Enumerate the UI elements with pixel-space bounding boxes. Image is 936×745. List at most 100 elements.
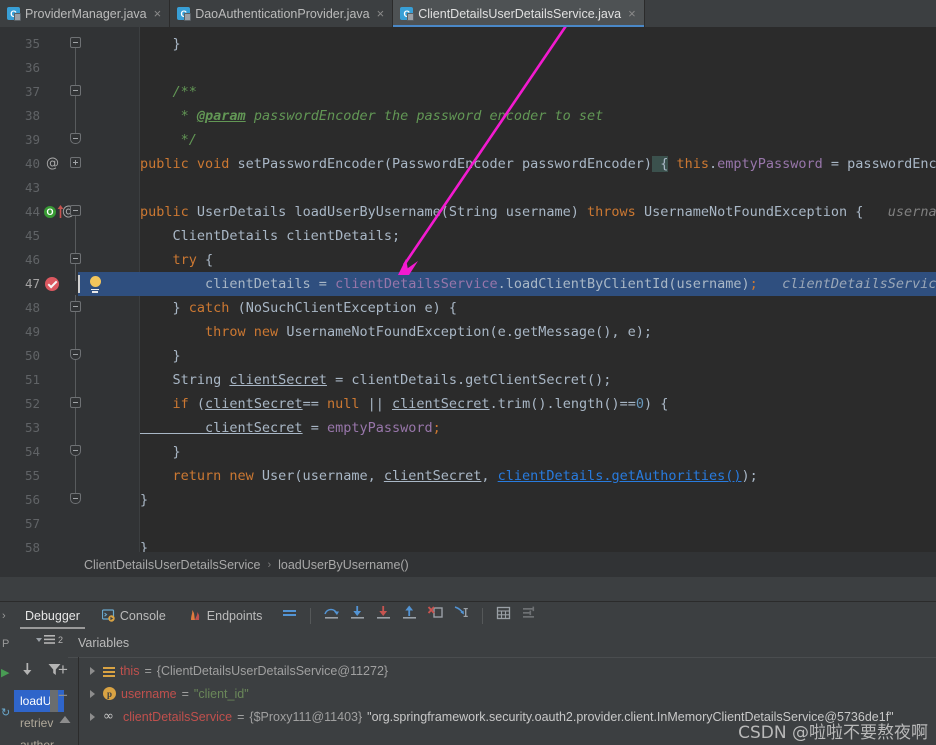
export-threads-icon[interactable] xyxy=(20,662,35,682)
variables-header: Variables xyxy=(78,636,130,650)
close-icon[interactable]: × xyxy=(628,7,636,20)
fold-expand-icon[interactable] xyxy=(70,157,83,170)
run-to-cursor-icon[interactable] xyxy=(453,605,470,626)
variable-name: clientDetailsService xyxy=(123,709,233,724)
editor-tab-label: ProviderManager.java xyxy=(25,6,147,21)
code-line-55: 55 return new User(username, clientSecre… xyxy=(0,464,936,488)
java-class-icon: C xyxy=(400,7,415,21)
move-up-icon[interactable] xyxy=(58,713,72,731)
line-number: 55 xyxy=(24,468,40,483)
expand-triangle-icon[interactable] xyxy=(90,666,95,675)
close-icon[interactable]: × xyxy=(154,7,162,20)
line-number: 40 xyxy=(24,156,40,171)
code-line-49: 49 throw new UsernameNotFoundException(e… xyxy=(0,320,936,344)
step-into-icon[interactable] xyxy=(349,605,366,626)
breadcrumb-class[interactable]: ClientDetailsUserDetailsService xyxy=(84,558,260,572)
force-step-into-icon[interactable] xyxy=(375,605,392,626)
breakpoint-icon[interactable] xyxy=(45,277,59,291)
line-number: 37 xyxy=(24,84,40,99)
annotation-marker-icon[interactable]: @ xyxy=(46,156,59,171)
code-line-47-current: 47 clientDetails = clientDetailsService.… xyxy=(0,272,936,296)
toolbar-separator xyxy=(310,607,312,624)
drop-frame-icon[interactable] xyxy=(427,605,444,626)
fold-toggle-icon[interactable] xyxy=(70,493,83,506)
frame-label: retriev xyxy=(20,716,54,730)
threads-icon xyxy=(44,635,55,644)
code-editor[interactable]: private PasswordEncoder emptyPassword = … xyxy=(0,27,936,552)
fold-toggle-icon[interactable] xyxy=(70,445,83,458)
code-line-35: 35 } xyxy=(0,32,936,56)
code-line-40: 40 @ public void setPasswordEncoder(Pass… xyxy=(0,152,936,176)
line-number: 47 xyxy=(24,276,40,291)
variable-row-username[interactable]: p username = "client_id" xyxy=(80,682,936,705)
editor-tab-label: ClientDetailsUserDetailsService.java xyxy=(418,6,622,21)
step-out-icon[interactable] xyxy=(401,605,418,626)
equals-sign: = xyxy=(181,686,189,701)
mute-breakpoints-icon[interactable] xyxy=(281,605,298,626)
resume-program-icon[interactable]: ▶ xyxy=(1,666,9,679)
line-number: 53 xyxy=(24,420,40,435)
expand-triangle-icon[interactable] xyxy=(90,712,95,721)
ide-window: C ProviderManager.java × C DaoAuthentica… xyxy=(0,0,936,745)
line-number: 45 xyxy=(24,228,40,243)
intention-bulb-icon[interactable] xyxy=(88,276,102,293)
remove-watch-icon[interactable]: − xyxy=(58,687,68,704)
line-number: 46 xyxy=(24,252,40,267)
method-override-icon[interactable]: O xyxy=(44,206,56,218)
fold-toggle-icon[interactable] xyxy=(70,397,83,410)
code-line-48: 48 } catch (NoSuchClientException e) { xyxy=(0,296,936,320)
fold-toggle-icon[interactable] xyxy=(70,301,83,314)
tab-endpoints[interactable]: Endpoints xyxy=(177,602,274,629)
fold-toggle-icon[interactable] xyxy=(70,133,83,146)
code-line-38: 38 * @param passwordEncoder the password… xyxy=(0,104,936,128)
editor-tab-bar: C ProviderManager.java × C DaoAuthentica… xyxy=(0,0,936,27)
line-number: 57 xyxy=(24,516,40,531)
thread-selector[interactable]: 2 xyxy=(36,634,63,645)
frame-label: loadU xyxy=(20,694,52,708)
java-class-icon: C xyxy=(177,7,192,21)
code-line-51: 51 String clientSecret = clientDetails.g… xyxy=(0,368,936,392)
editor-tab-daoauthenticationprovider[interactable]: C DaoAuthenticationProvider.java × xyxy=(170,0,394,27)
editor-tab-clientdetailsuserdetailsservice[interactable]: C ClientDetailsUserDetailsService.java × xyxy=(393,0,645,27)
variable-row-this[interactable]: this = {ClientDetailsUserDetailsService@… xyxy=(80,659,936,682)
layout-settings-icon[interactable] xyxy=(521,605,538,626)
fold-toggle-icon[interactable] xyxy=(70,349,83,362)
watermark: CSDN @啦啦不要熬夜啊 xyxy=(738,723,928,743)
endpoints-icon xyxy=(188,609,202,622)
frames-header-toolbar: 2 xyxy=(14,629,68,657)
evaluate-expression-icon[interactable] xyxy=(495,605,512,626)
breadcrumb[interactable]: ClientDetailsUserDetailsService › loadUs… xyxy=(0,552,936,577)
project-tool-label[interactable]: P xyxy=(2,638,9,650)
editor-status-strip xyxy=(0,577,936,602)
code-line-39: 39 */ xyxy=(0,128,936,152)
tab-console[interactable]: Console xyxy=(91,602,177,629)
debug-toolbar xyxy=(281,605,538,626)
console-icon xyxy=(101,609,115,622)
code-line-45: 45 ClientDetails clientDetails; xyxy=(0,224,936,248)
field-icon xyxy=(103,665,115,677)
fold-toggle-icon[interactable] xyxy=(70,37,83,50)
panel-divider xyxy=(68,657,936,658)
line-number: 49 xyxy=(24,324,40,339)
close-icon[interactable]: × xyxy=(377,7,385,20)
object-icon: ∞ xyxy=(103,709,114,724)
code-line-57: 57 xyxy=(0,512,936,536)
add-watch-icon[interactable]: + xyxy=(58,661,68,678)
code-line-54: 54 } xyxy=(0,440,936,464)
breadcrumb-method[interactable]: loadUserByUsername() xyxy=(278,558,409,572)
code-line-43: 43 xyxy=(0,176,936,200)
step-over-icon[interactable] xyxy=(323,605,340,626)
fold-toggle-icon[interactable] xyxy=(70,205,83,218)
code-line-50: 50 } xyxy=(0,344,936,368)
line-number: 44 xyxy=(24,204,40,219)
expand-triangle-icon[interactable] xyxy=(90,689,95,698)
rerun-icon[interactable]: ↻ xyxy=(1,706,10,719)
frame-label: auther xyxy=(20,738,55,745)
fold-toggle-icon[interactable] xyxy=(70,253,83,266)
line-number: 38 xyxy=(24,108,40,123)
editor-tab-providermanager[interactable]: C ProviderManager.java × xyxy=(0,0,171,27)
code-line-46: 46 try { xyxy=(0,248,936,272)
chevron-right-icon: › xyxy=(267,558,272,571)
fold-toggle-icon[interactable] xyxy=(70,85,83,98)
tab-debugger[interactable]: Debugger xyxy=(14,602,91,629)
